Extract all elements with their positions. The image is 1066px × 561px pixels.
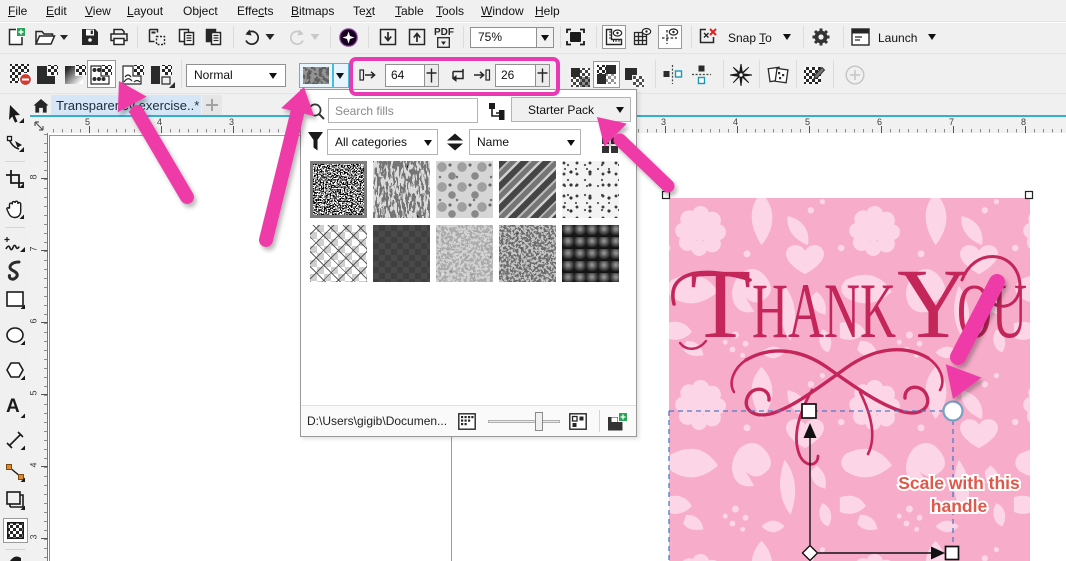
- svg-text:Scale with this: Scale with this: [898, 473, 1020, 493]
- svg-text:HANK: HANK: [752, 267, 896, 354]
- svg-text:OU: OU: [957, 267, 1027, 354]
- svg-text:T: T: [690, 248, 751, 359]
- svg-text:handle: handle: [931, 496, 988, 516]
